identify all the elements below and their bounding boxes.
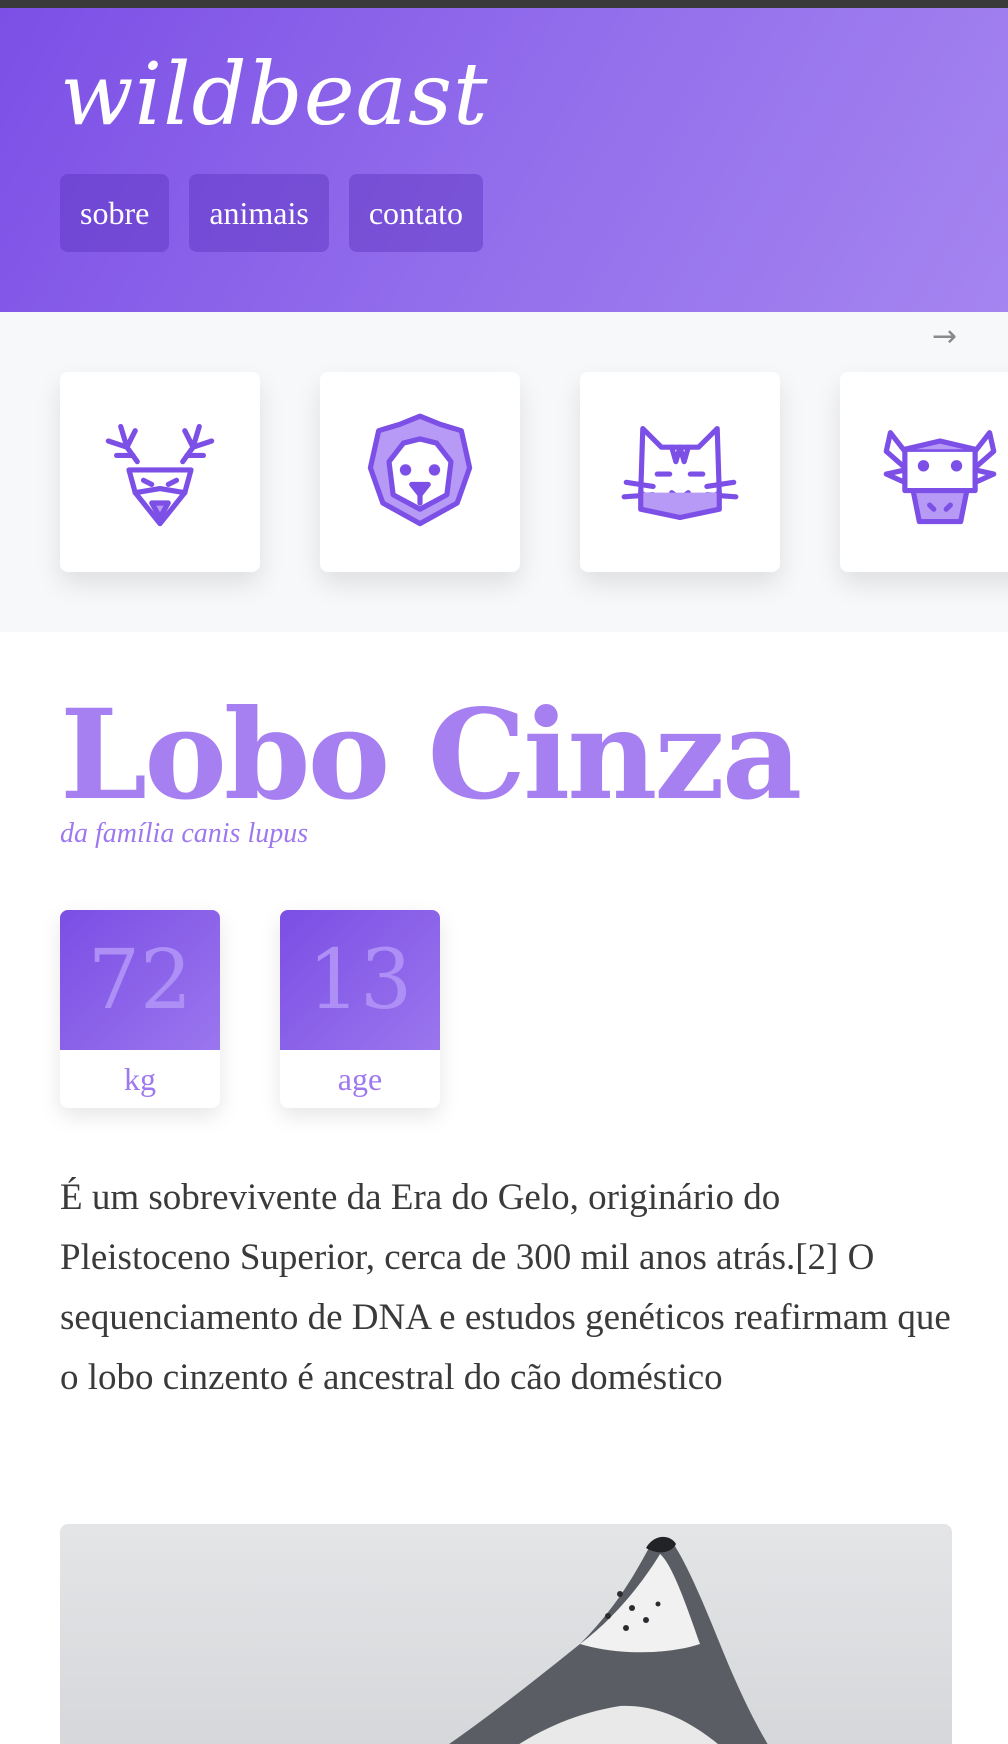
nav-item-sobre[interactable]: sobre — [60, 174, 170, 252]
stat-weight: 72 kg — [60, 910, 220, 1108]
animal-card-deer[interactable] — [60, 372, 260, 572]
browser-top-strip — [0, 0, 1008, 8]
stat-weight-value: 72 — [60, 910, 220, 1050]
wolf-photo — [60, 1524, 952, 1744]
site-logo[interactable]: wildbeast — [60, 52, 489, 138]
stat-weight-unit: kg — [124, 1060, 156, 1097]
next-arrow-icon[interactable]: → — [932, 322, 972, 352]
lion-icon — [367, 413, 473, 527]
animal-detail: Lobo Cinza da família canis lupus 72 kg … — [0, 632, 1008, 1744]
animal-description: É um sobrevivente da Era do Gelo, origin… — [60, 1177, 951, 1398]
nav-item-contato[interactable]: contato — [348, 174, 484, 252]
stat-age-unit: age — [337, 1060, 383, 1097]
animal-card-bull[interactable] — [840, 372, 1008, 572]
deer-icon — [105, 423, 215, 527]
animal-card-cat[interactable] — [580, 372, 780, 572]
wolf-illustration — [449, 1536, 768, 1744]
stat-age-value: 13 — [280, 910, 440, 1050]
main-nav: sobre animais contato — [60, 174, 484, 252]
animal-name: Lobo Cinza — [60, 683, 802, 828]
animal-carousel: → — [0, 312, 1008, 632]
stat-age: 13 age — [280, 910, 440, 1108]
site-header: wildbeast sobre animais contato — [0, 8, 1008, 312]
animal-card-lion[interactable] — [320, 372, 520, 572]
nav-item-animais[interactable]: animais — [189, 174, 329, 252]
cat-icon — [621, 426, 739, 521]
animal-family: da família canis lupus — [60, 818, 309, 849]
bull-icon — [883, 430, 997, 525]
